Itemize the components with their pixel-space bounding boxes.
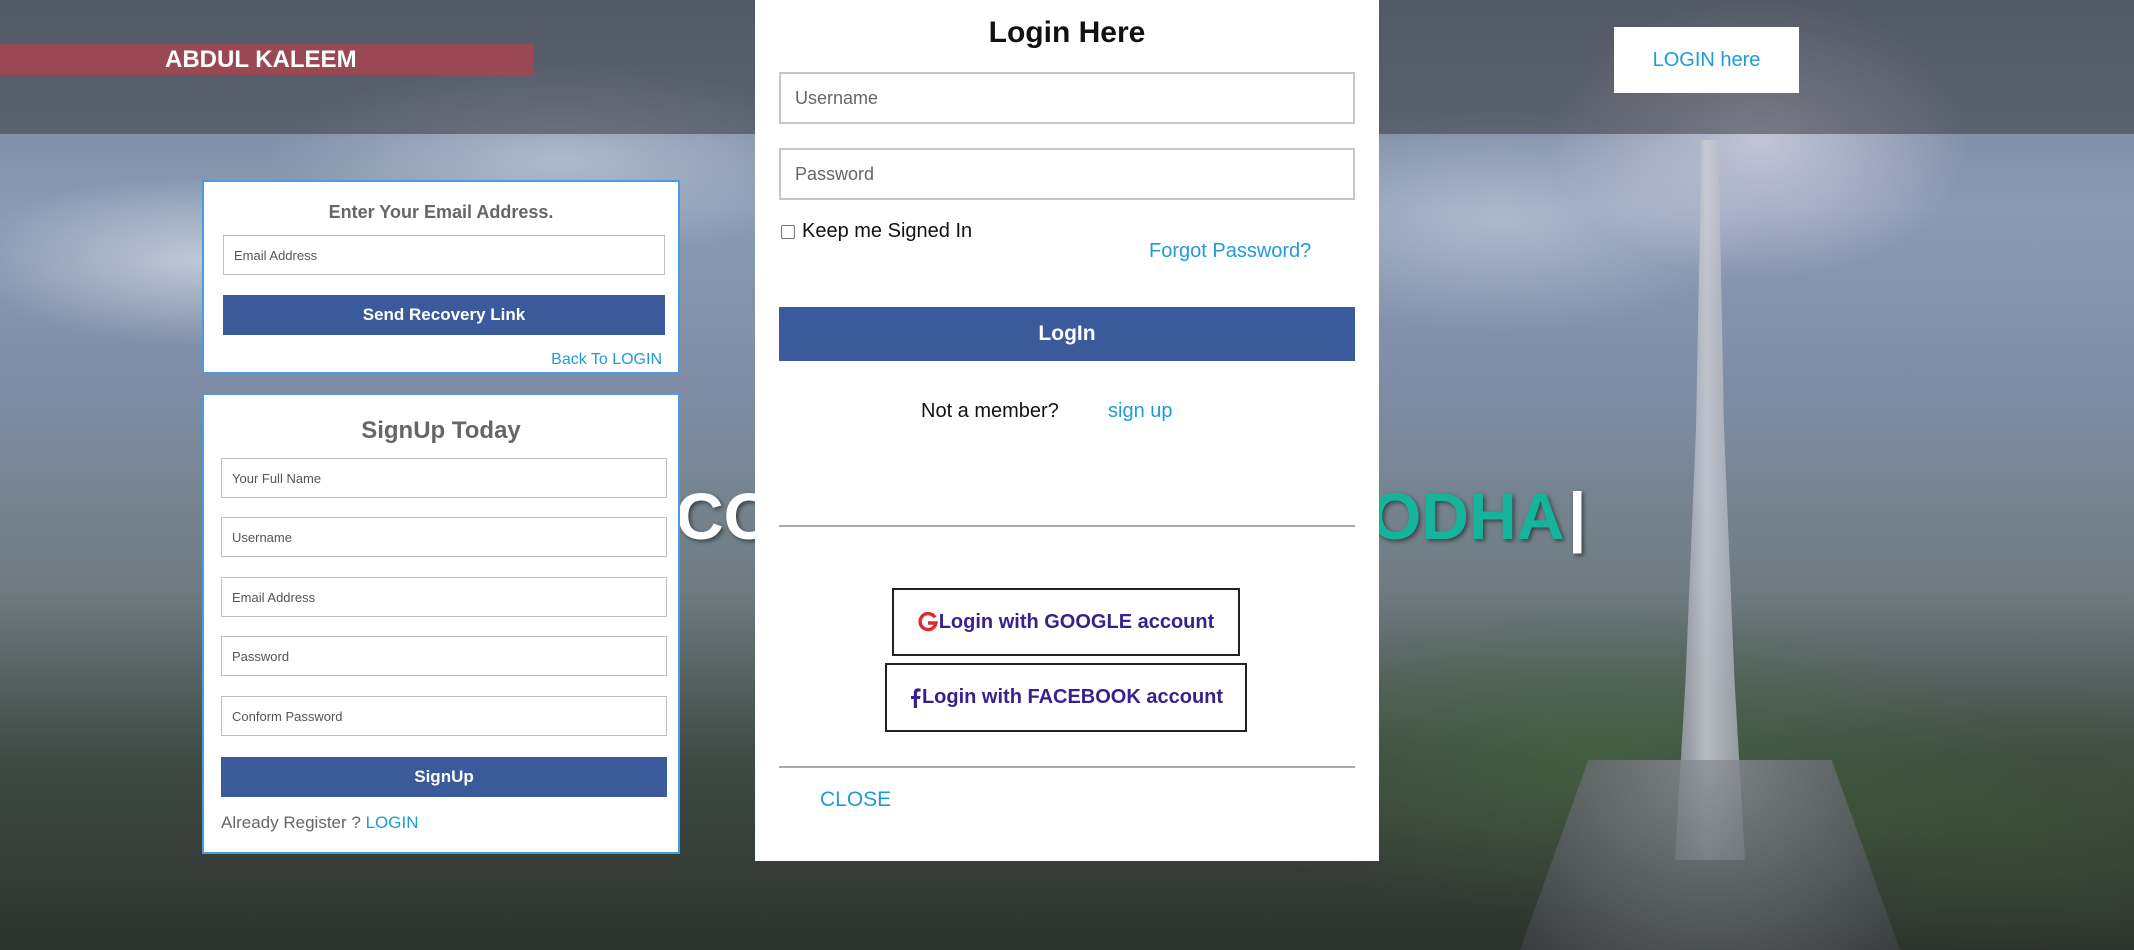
send-recovery-link-button[interactable]: Send Recovery Link [223,295,665,335]
back-to-login-link[interactable]: Back To LOGIN [551,351,662,369]
modal-heading: Login Here [988,16,1146,49]
close-modal-button[interactable]: CLOSE [820,788,891,812]
recovery-email-placeholder: Email Address [234,247,318,263]
login-submit-button[interactable]: LogIn [779,307,1355,361]
divider-top [779,525,1355,527]
login-modal: Login Here Username Password Keep me Sig… [755,0,1379,861]
full-name-placeholder: Your Full Name [232,470,322,486]
username-placeholder: Username [795,87,879,108]
forgot-password-link[interactable]: Forgot Password? [1149,240,1311,263]
brand-name[interactable]: ABDUL KALEEM [165,45,357,75]
confirm-password-placeholder: Conform Password [232,708,343,724]
already-registered-text: Already Register ? LOGIN [221,813,418,833]
password-input[interactable]: Password [779,148,1355,200]
not-member-text: Not a member? [921,400,1059,422]
already-registered-label: Already Register ? [221,813,361,832]
signup-password-placeholder: Password [232,648,290,664]
recovery-email-input[interactable]: Email Address [223,235,665,275]
password-recovery-panel: Enter Your Email Address. Email Address … [202,180,680,374]
signup-email-placeholder: Email Address [232,589,316,605]
signup-title: SignUp Today [361,417,521,444]
signup-button[interactable]: SignUp [221,757,667,797]
signup-panel: SignUp Today Your Full Name Username Ema… [202,393,680,854]
signup-login-link[interactable]: LOGIN [366,813,419,832]
header-login-button[interactable]: LOGIN here [1614,27,1799,93]
headline-right-text: ODHA [1370,479,1565,553]
password-placeholder: Password [795,163,875,184]
google-login-label: Login with GOOGLE account [938,610,1215,633]
typing-cursor: | [1568,479,1587,553]
signup-username-placeholder: Username [232,529,292,545]
facebook-login-label: Login with FACEBOOK account [921,686,1224,708]
recovery-title: Enter Your Email Address. [328,202,554,222]
signup-password-input[interactable]: Password [221,636,667,676]
google-login-button[interactable]: Login with GOOGLE account [892,588,1240,656]
divider-bottom [779,766,1355,768]
google-icon [918,611,938,633]
signup-email-input[interactable]: Email Address [221,577,667,617]
signup-username-input[interactable]: Username [221,517,667,557]
keep-signed-in-checkbox[interactable] [781,224,795,239]
keep-signed-in-label: Keep me Signed In [802,220,973,242]
confirm-password-input[interactable]: Conform Password [221,696,667,736]
username-input[interactable]: Username [779,72,1355,124]
facebook-login-button[interactable]: Login with FACEBOOK account [885,663,1247,732]
full-name-input[interactable]: Your Full Name [221,458,667,498]
signup-link[interactable]: sign up [1108,400,1173,423]
keep-signed-in-row[interactable]: Keep me Signed In [779,220,972,243]
facebook-icon [909,687,921,709]
